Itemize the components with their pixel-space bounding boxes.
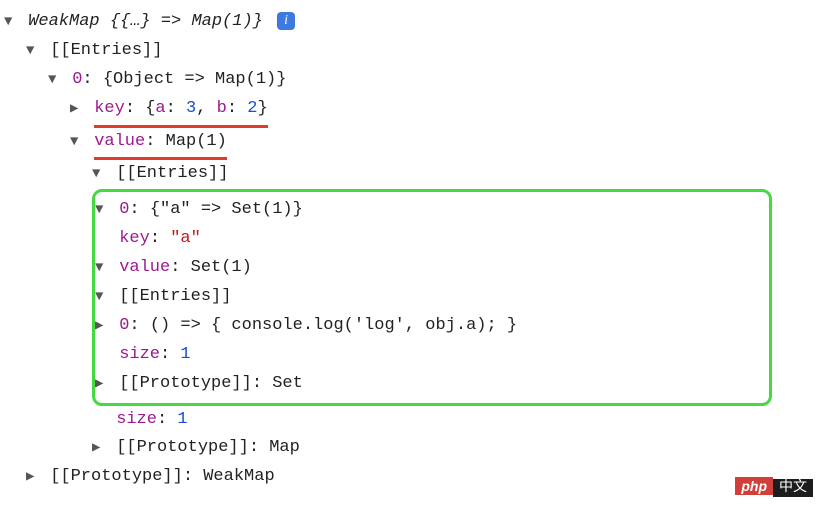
chevron-down-icon: ▼ xyxy=(95,257,109,281)
weakmap-proto-value: WeakMap xyxy=(203,467,274,486)
value-summary: Map(1) xyxy=(166,132,227,151)
weakmap-proto-label: [[Prototype]] xyxy=(50,467,183,486)
nested-key-label: key xyxy=(119,229,150,248)
weakmap-prototype[interactable]: ▶ [[Prototype]]: WeakMap xyxy=(4,463,817,492)
key-a-val: 3 xyxy=(186,99,196,118)
info-icon[interactable]: i xyxy=(277,12,295,30)
chevron-right-icon: ▶ xyxy=(92,437,106,461)
root-type-prefix: WeakMap { xyxy=(28,12,120,31)
map-prototype[interactable]: ▶ [[Prototype]]: Map xyxy=(4,434,817,463)
blank-icon xyxy=(95,344,109,368)
nested-value-label: value xyxy=(119,258,170,277)
chevron-down-icon: ▼ xyxy=(92,163,106,187)
entry-0[interactable]: ▼ 0: {Object => Map(1)} xyxy=(4,66,817,95)
chevron-down-icon: ▼ xyxy=(4,11,18,35)
chevron-right-icon: ▶ xyxy=(95,315,109,339)
nested-value-summary: Set(1) xyxy=(191,258,252,277)
root-type-suffix: } xyxy=(253,12,263,31)
set-0-idx: 0 xyxy=(119,316,129,335)
nested-key-value: "a" xyxy=(170,229,201,248)
set-entries-node[interactable]: ▼ [[Entries]] xyxy=(95,283,761,312)
set-size[interactable]: size: 1 xyxy=(95,341,761,370)
chevron-right-icon: ▶ xyxy=(26,466,40,490)
watermark: php中文 xyxy=(735,474,813,503)
chevron-right-icon: ▶ xyxy=(70,98,84,122)
watermark-left: php xyxy=(735,477,773,495)
map-size[interactable]: size: 1 xyxy=(4,406,817,435)
key-b-name: b xyxy=(217,99,227,118)
watermark-right: 中文 xyxy=(773,479,813,497)
set-entries-label: [[Entries]] xyxy=(119,287,231,306)
nested-0-idx: 0 xyxy=(119,200,129,219)
set-0-summary: () => { console.log('log', obj.a); } xyxy=(150,316,517,335)
root-kv: {…} => Map(1) xyxy=(120,12,253,31)
key-b-val: 2 xyxy=(247,99,257,118)
entry-0-key[interactable]: ▶ key: {a: 3, b: 2} xyxy=(4,95,817,128)
key-open: { xyxy=(145,99,155,118)
set-proto-label: [[Prototype]] xyxy=(119,374,252,393)
chevron-down-icon: ▼ xyxy=(26,40,40,64)
chevron-down-icon: ▼ xyxy=(95,286,109,310)
chevron-down-icon: ▼ xyxy=(70,131,84,155)
entries-node[interactable]: ▼ [[Entries]] xyxy=(4,37,817,66)
chevron-right-icon: ▶ xyxy=(95,373,109,397)
chevron-down-icon: ▼ xyxy=(95,199,109,223)
nested-0-summary: {"a" => Set(1)} xyxy=(150,200,303,219)
entry-0-idx: 0 xyxy=(72,70,82,89)
root-summary[interactable]: ▼ WeakMap {{…} => Map(1)} i xyxy=(4,8,817,37)
set-size-value: 1 xyxy=(180,345,190,364)
map-size-label: size xyxy=(116,410,157,429)
nested-entry-0[interactable]: ▼ 0: {"a" => Set(1)} xyxy=(95,196,761,225)
map-entries-label: [[Entries]] xyxy=(116,164,228,183)
key-label: key xyxy=(94,99,125,118)
set-size-label: size xyxy=(119,345,160,364)
set-prototype[interactable]: ▶ [[Prototype]]: Set xyxy=(95,370,761,399)
value-label: value xyxy=(94,132,145,151)
map-proto-value: Map xyxy=(269,438,300,457)
map-entries-node[interactable]: ▼ [[Entries]] xyxy=(4,160,817,189)
map-proto-label: [[Prototype]] xyxy=(116,438,249,457)
highlighted-nested-block: ▼ 0: {"a" => Set(1)} key: "a" ▼ value: S… xyxy=(92,189,772,405)
set-proto-value: Set xyxy=(272,374,303,393)
blank-icon xyxy=(92,409,106,433)
blank-icon xyxy=(95,228,109,252)
set-entry-0[interactable]: ▶ 0: () => { console.log('log', obj.a); … xyxy=(95,312,761,341)
entries-label: [[Entries]] xyxy=(50,41,162,60)
key-close: } xyxy=(257,99,267,118)
entry-0-summary: {Object => Map(1)} xyxy=(103,70,287,89)
key-a-name: a xyxy=(155,99,165,118)
nested-0-key[interactable]: key: "a" xyxy=(95,225,761,254)
map-size-value: 1 xyxy=(177,410,187,429)
chevron-down-icon: ▼ xyxy=(48,69,62,93)
nested-0-value[interactable]: ▼ value: Set(1) xyxy=(95,254,761,283)
entry-0-value[interactable]: ▼ value: Map(1) xyxy=(4,128,817,161)
